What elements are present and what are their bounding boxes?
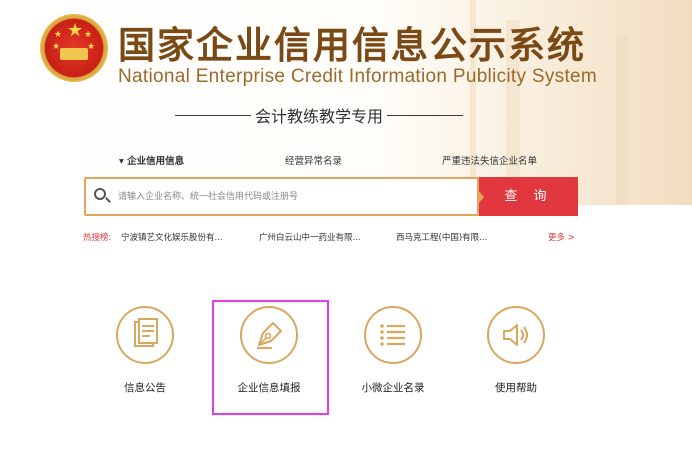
selection-highlight — [212, 300, 329, 415]
feature-help[interactable]: 使用帮助 — [456, 306, 576, 395]
search-tabs: ▾ 企业信用信息 经营异常名录 严重违法失信企业名单 — [84, 153, 578, 169]
speaker-icon — [487, 306, 545, 364]
more-link[interactable]: 更多 > — [548, 231, 575, 243]
search-box — [84, 177, 479, 216]
hot-search-label: 热搜榜: — [83, 233, 112, 243]
document-icon — [116, 306, 174, 364]
divider — [175, 114, 251, 116]
list-icon — [364, 306, 422, 364]
search-button[interactable]: 查 询 — [478, 177, 578, 216]
national-emblem-icon: ★ ★ ★ ★ ★ — [40, 14, 108, 82]
feature-small-micro-enterprise-list[interactable]: 小微企业名录 — [333, 306, 453, 395]
feature-label: 使用帮助 — [495, 382, 537, 394]
search-icon — [94, 188, 106, 200]
subtitle-text: 会计教练教学专用 — [255, 107, 384, 126]
feature-info-announcement[interactable]: 信息公告 — [85, 306, 205, 395]
hot-search-item[interactable]: 西马克工程(中国)有限... — [396, 231, 487, 243]
site-title: 国家企业信用信息公示系统 — [118, 24, 586, 67]
hot-search-item[interactable]: 宁波镇艺文化娱乐股份有... — [121, 231, 223, 243]
feature-label: 小微企业名录 — [361, 382, 425, 394]
tab-serious-violation-list[interactable]: 严重违法失信企业名单 — [442, 153, 537, 167]
feature-label: 信息公告 — [124, 382, 166, 394]
search-input[interactable] — [118, 188, 458, 206]
site-title-english: National Enterprise Credit Information P… — [118, 66, 598, 87]
divider — [387, 114, 464, 116]
hot-search-item[interactable]: 广州白云山中一药业有限... — [259, 231, 361, 243]
tab-enterprise-credit[interactable]: ▾ 企业信用信息 — [119, 153, 184, 167]
subtitle: 会计教练教学专用 — [175, 103, 464, 127]
tab-abnormal-list[interactable]: 经营异常名录 — [285, 153, 342, 167]
